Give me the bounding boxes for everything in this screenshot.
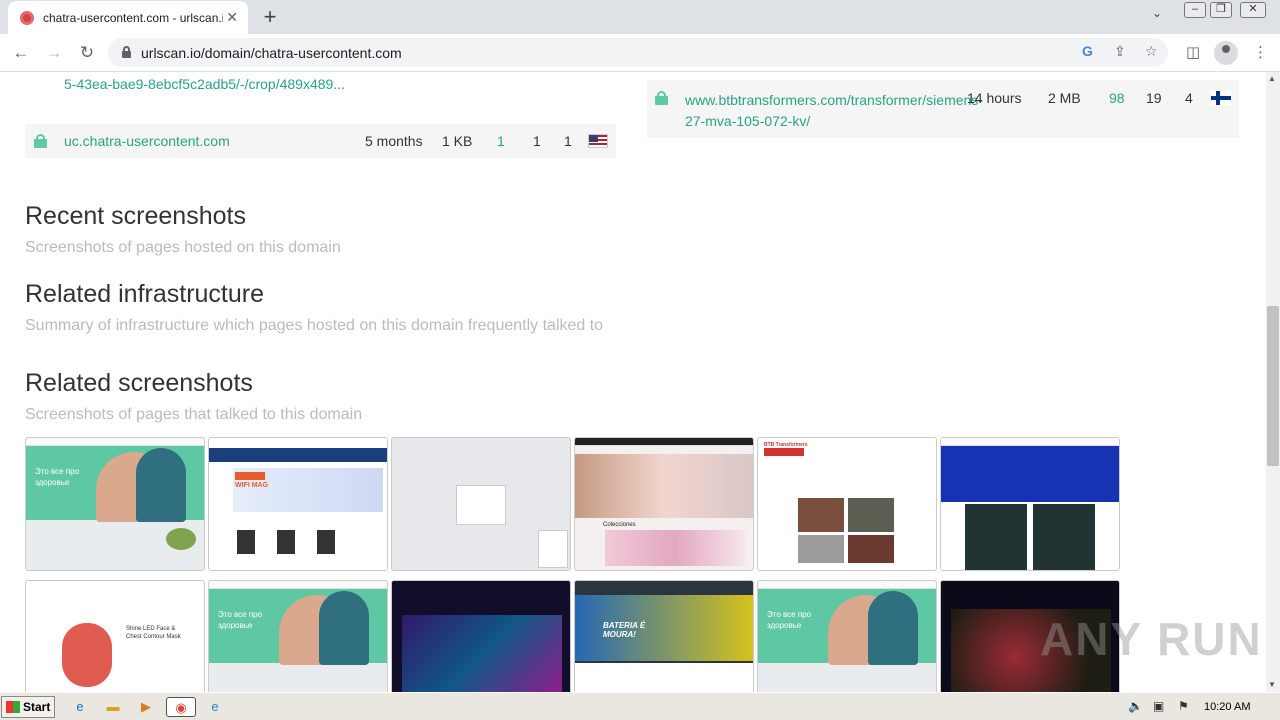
- screenshot-thumbnail[interactable]: Это все про здоровье: [757, 580, 937, 692]
- back-button[interactable]: ←: [10, 42, 32, 64]
- age-value: 14 hours: [967, 90, 1022, 106]
- screenshot-thumbnail[interactable]: [940, 437, 1120, 571]
- screenshot-thumbnail[interactable]: [391, 580, 571, 692]
- page-content: 5-43ea-bae9-8ebcf5c2adb5/-/crop/489x489.…: [0, 72, 1266, 692]
- screenshot-thumbnail[interactable]: Colecciones: [574, 437, 754, 571]
- close-window-button[interactable]: ✕: [1240, 2, 1266, 18]
- secure-lock-icon: [34, 134, 47, 148]
- lock-icon[interactable]: [122, 46, 131, 58]
- screenshot-thumbnail[interactable]: BTB Transformers: [757, 437, 937, 571]
- urlscan-favicon-icon: [20, 10, 34, 25]
- volume-icon[interactable]: 🔈: [1128, 699, 1143, 713]
- screenshot-thumbnail[interactable]: Shine LED Face & Chest Contour Mask: [25, 580, 205, 692]
- forward-button[interactable]: →: [43, 42, 65, 64]
- us-flag-icon: [588, 134, 608, 148]
- restore-button[interactable]: ❐: [1210, 2, 1232, 18]
- tab-title: chatra-usercontent.com - urlscan.io: [43, 10, 223, 25]
- new-tab-button[interactable]: +: [258, 4, 282, 30]
- thumbnail-text: Colecciones: [603, 522, 636, 528]
- reload-button[interactable]: ↻: [76, 42, 98, 64]
- minimize-button[interactable]: –: [1184, 2, 1206, 18]
- size-value: 1 KB: [442, 133, 473, 149]
- thumbnail-text: Shine LED Face & Chest Contour Mask: [126, 626, 181, 640]
- url-text[interactable]: urlscan.io/domain/chatra-usercontent.com: [141, 45, 402, 61]
- requests-value[interactable]: 1: [497, 133, 505, 149]
- action-center-flag-icon[interactable]: ⚑: [1178, 699, 1189, 713]
- recent-screenshots-heading: Recent screenshots: [25, 202, 246, 230]
- internet-explorer-icon[interactable]: e: [69, 697, 91, 717]
- edge-icon[interactable]: e: [204, 697, 226, 717]
- tab-close-icon[interactable]: ✕: [226, 9, 238, 26]
- address-bar[interactable]: urlscan.io/domain/chatra-usercontent.com…: [108, 38, 1168, 67]
- screenshot-thumbnail[interactable]: [391, 437, 571, 571]
- result-row: www.btbtransformers.com/transformer/siem…: [647, 80, 1239, 138]
- network-icon[interactable]: ▣: [1153, 699, 1164, 713]
- google-lens-icon[interactable]: G: [1082, 43, 1093, 59]
- screenshot-thumbnail[interactable]: BATERIA É MOURA!: [574, 580, 754, 692]
- thumbnail-text: BTB Transformers: [764, 442, 808, 448]
- scrollbar-thumb[interactable]: [1267, 306, 1279, 466]
- anyrun-watermark: ANY RUN: [1040, 613, 1263, 665]
- size-value: 2 MB: [1048, 90, 1081, 106]
- recent-screenshots-subtitle: Screenshots of pages hosted on this doma…: [25, 239, 341, 256]
- thumbnail-text: Это все про здоровье: [218, 610, 263, 630]
- screenshot-thumbnail[interactable]: Это все про здоровье: [25, 437, 205, 571]
- requests-value[interactable]: 98: [1109, 90, 1125, 106]
- share-icon[interactable]: ⇪: [1114, 43, 1126, 60]
- related-screenshots-heading: Related screenshots: [25, 369, 253, 397]
- scroll-down-arrow-icon[interactable]: ▼: [1268, 680, 1276, 689]
- menu-kebab-icon[interactable]: ⋮: [1253, 43, 1268, 61]
- domain-link[interactable]: uc.chatra-usercontent.com: [64, 133, 230, 149]
- domain-row: uc.chatra-usercontent.com 5 months 1 KB …: [25, 124, 616, 158]
- tab-strip: chatra-usercontent.com - urlscan.io ✕ + …: [0, 0, 1280, 34]
- file-explorer-icon[interactable]: ▬: [102, 697, 124, 717]
- chrome-taskbar-icon[interactable]: ◉: [166, 697, 196, 717]
- system-clock[interactable]: 10:20 AM: [1204, 701, 1250, 713]
- thumbnail-text: BATERIA É MOURA!: [603, 621, 646, 639]
- bookmark-star-icon[interactable]: ☆: [1145, 43, 1158, 60]
- windows-logo-icon: [6, 701, 20, 713]
- screenshot-thumbnail[interactable]: Это все про здоровье: [208, 580, 388, 692]
- related-infrastructure-subtitle: Summary of infrastructure which pages ho…: [25, 317, 604, 334]
- profile-avatar[interactable]: [1214, 41, 1238, 65]
- start-label: Start: [23, 700, 51, 714]
- countries-value: 4: [1185, 90, 1193, 106]
- tab-search-chevron-icon[interactable]: ⌄: [1152, 6, 1162, 20]
- start-button[interactable]: Start: [1, 696, 55, 718]
- related-infrastructure-heading: Related infrastructure: [25, 280, 265, 308]
- ips-value: 1: [533, 133, 541, 149]
- related-screenshots-subtitle: Screenshots of pages that talked to this…: [25, 406, 363, 423]
- countries-value: 1: [564, 133, 572, 149]
- scroll-up-arrow-icon[interactable]: ▲: [1268, 74, 1276, 83]
- thumbnail-text: WIFI MAG: [235, 482, 269, 489]
- side-panel-icon[interactable]: ◫: [1186, 43, 1200, 61]
- result-url-link[interactable]: www.btbtransformers.com/transformer/siem…: [685, 90, 983, 132]
- thumbnail-text: Это все про здоровье: [35, 467, 80, 487]
- windows-taskbar: Start e ▬ ▶ ◉ e 🔈 ▣ ⚑ 10:20 AM: [0, 692, 1280, 720]
- age-value: 5 months: [365, 133, 423, 149]
- browser-toolbar: ← → ↻ urlscan.io/domain/chatra-userconte…: [0, 34, 1280, 72]
- screenshot-thumbnail[interactable]: WIFI MAG: [208, 437, 388, 571]
- fi-flag-icon: [1211, 91, 1231, 105]
- media-player-icon[interactable]: ▶: [135, 697, 157, 717]
- result-link-truncated[interactable]: 5-43ea-bae9-8ebcf5c2adb5/-/crop/489x489.…: [64, 74, 354, 95]
- thumbnail-text: Это все про здоровье: [767, 610, 812, 630]
- ips-value: 19: [1146, 90, 1162, 106]
- browser-tab[interactable]: chatra-usercontent.com - urlscan.io ✕: [8, 1, 248, 34]
- secure-lock-icon: [655, 91, 668, 105]
